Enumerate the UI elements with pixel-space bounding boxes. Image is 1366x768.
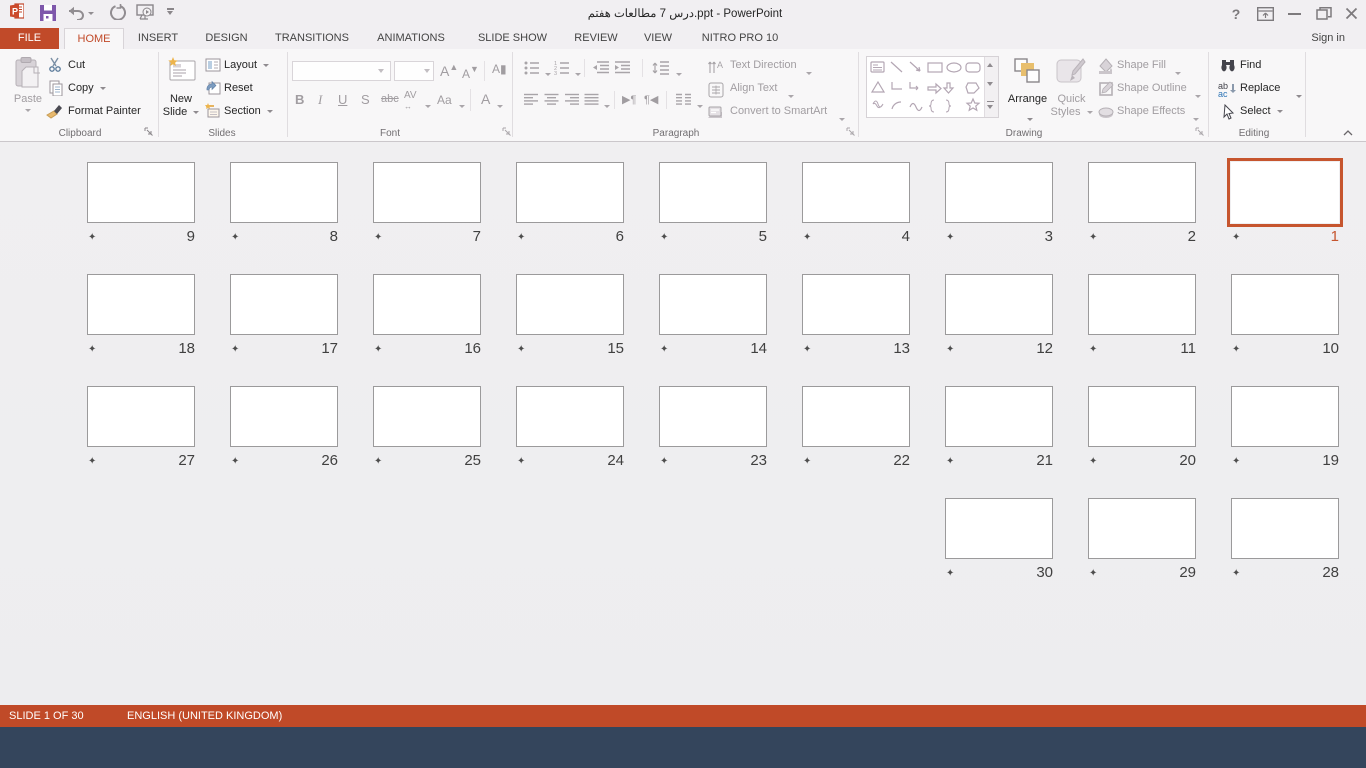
- svg-text:ac: ac: [1218, 89, 1228, 97]
- svg-text:A: A: [717, 60, 723, 70]
- svg-text:3: 3: [554, 71, 557, 75]
